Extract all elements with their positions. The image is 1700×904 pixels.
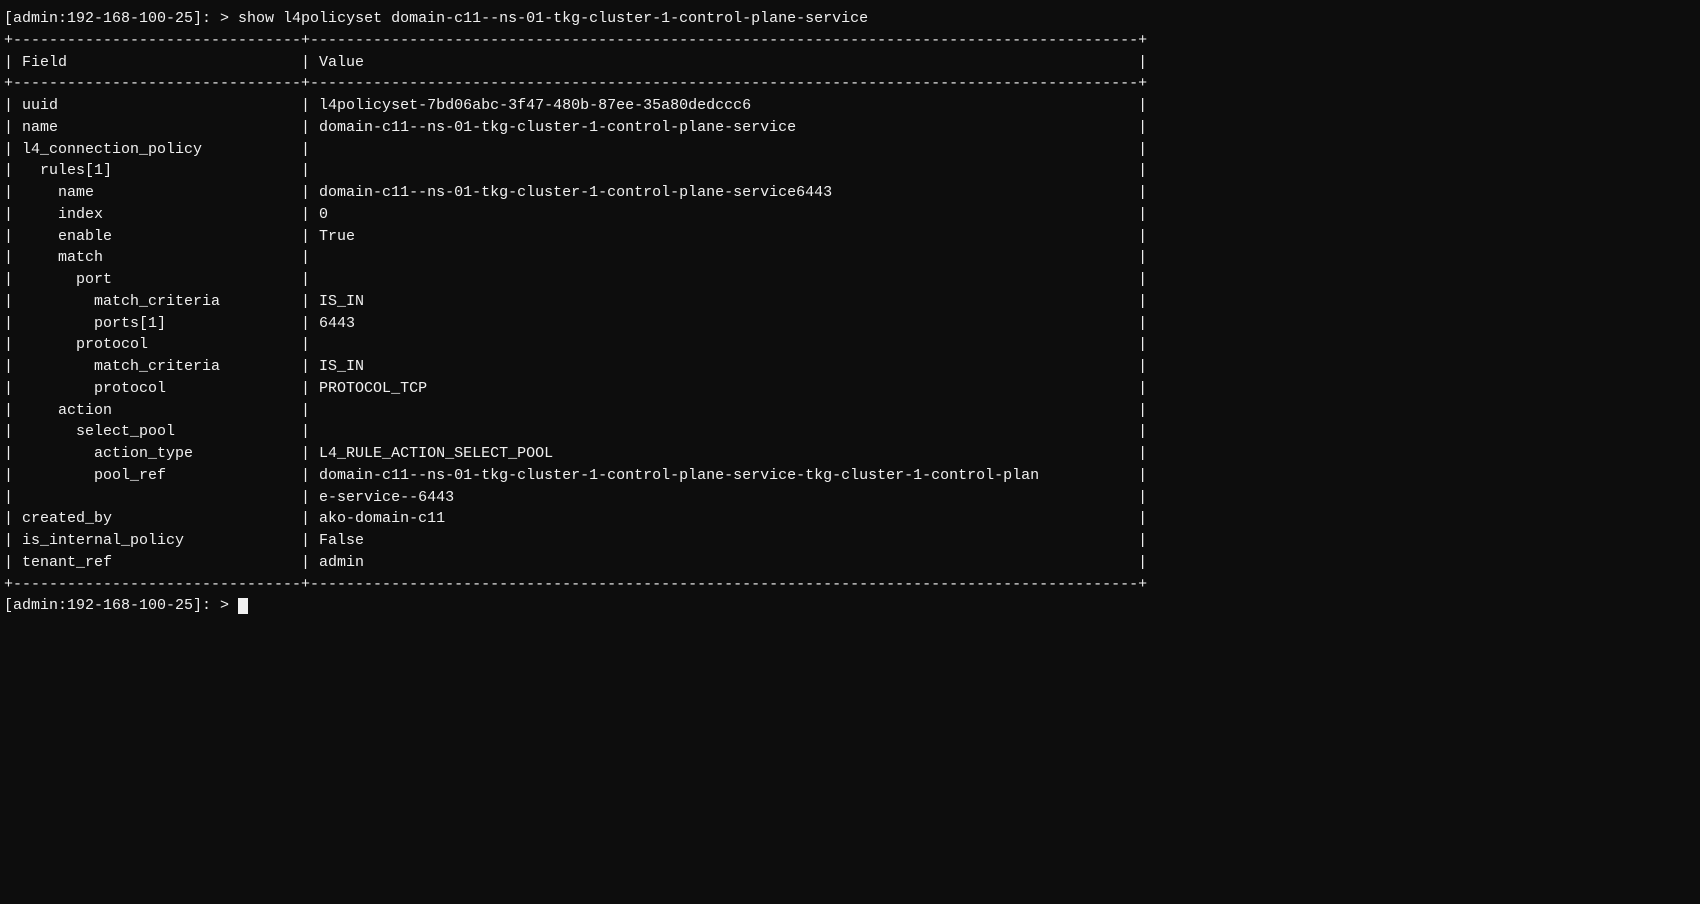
table-row: | | e-service--6443 |	[4, 487, 1696, 509]
separator-top: +--------------------------------+------…	[4, 30, 1696, 52]
table-row: | uuid | l4policyset-7bd06abc-3f47-480b-…	[4, 95, 1696, 117]
table-row: | action_type | L4_RULE_ACTION_SELECT_PO…	[4, 443, 1696, 465]
terminal-content: [admin:192-168-100-25]: > show l4policys…	[4, 8, 1696, 617]
separator-bottom: +--------------------------------+------…	[4, 574, 1696, 596]
terminal-window: [admin:192-168-100-25]: > show l4policys…	[0, 0, 1700, 904]
table-row: | name | domain-c11--ns-01-tkg-cluster-1…	[4, 182, 1696, 204]
table-row: | action | |	[4, 400, 1696, 422]
table-row: | is_internal_policy | False |	[4, 530, 1696, 552]
prompt-end: [admin:192-168-100-25]: >	[4, 597, 238, 614]
table-rows: | uuid | l4policyset-7bd06abc-3f47-480b-…	[4, 95, 1696, 574]
separator-mid: +--------------------------------+------…	[4, 73, 1696, 95]
table-row: | tenant_ref | admin |	[4, 552, 1696, 574]
table-row: | match | |	[4, 247, 1696, 269]
table-row: | enable | True |	[4, 226, 1696, 248]
table-row: | rules[1] | |	[4, 160, 1696, 182]
prompt-end-line[interactable]: [admin:192-168-100-25]: >	[4, 595, 1696, 617]
table-row: | created_by | ako-domain-c11 |	[4, 508, 1696, 530]
table-row: | protocol | |	[4, 334, 1696, 356]
command: show l4policyset domain-c11--ns-01-tkg-c…	[238, 10, 868, 27]
table-row: | match_criteria | IS_IN |	[4, 356, 1696, 378]
table-row: | select_pool | |	[4, 421, 1696, 443]
table-row: | port | |	[4, 269, 1696, 291]
table-row: | pool_ref | domain-c11--ns-01-tkg-clust…	[4, 465, 1696, 487]
table-row: | l4_connection_policy | |	[4, 139, 1696, 161]
table-row: | match_criteria | IS_IN |	[4, 291, 1696, 313]
table-row: | name | domain-c11--ns-01-tkg-cluster-1…	[4, 117, 1696, 139]
table-row: | index | 0 |	[4, 204, 1696, 226]
table-row: | protocol | PROTOCOL_TCP |	[4, 378, 1696, 400]
command-line: [admin:192-168-100-25]: > show l4policys…	[4, 8, 1696, 30]
cursor	[238, 598, 248, 614]
table-row: | ports[1] | 6443 |	[4, 313, 1696, 335]
prompt: [admin:192-168-100-25]: >	[4, 10, 238, 27]
table-header: | Field | Value |	[4, 52, 1696, 74]
